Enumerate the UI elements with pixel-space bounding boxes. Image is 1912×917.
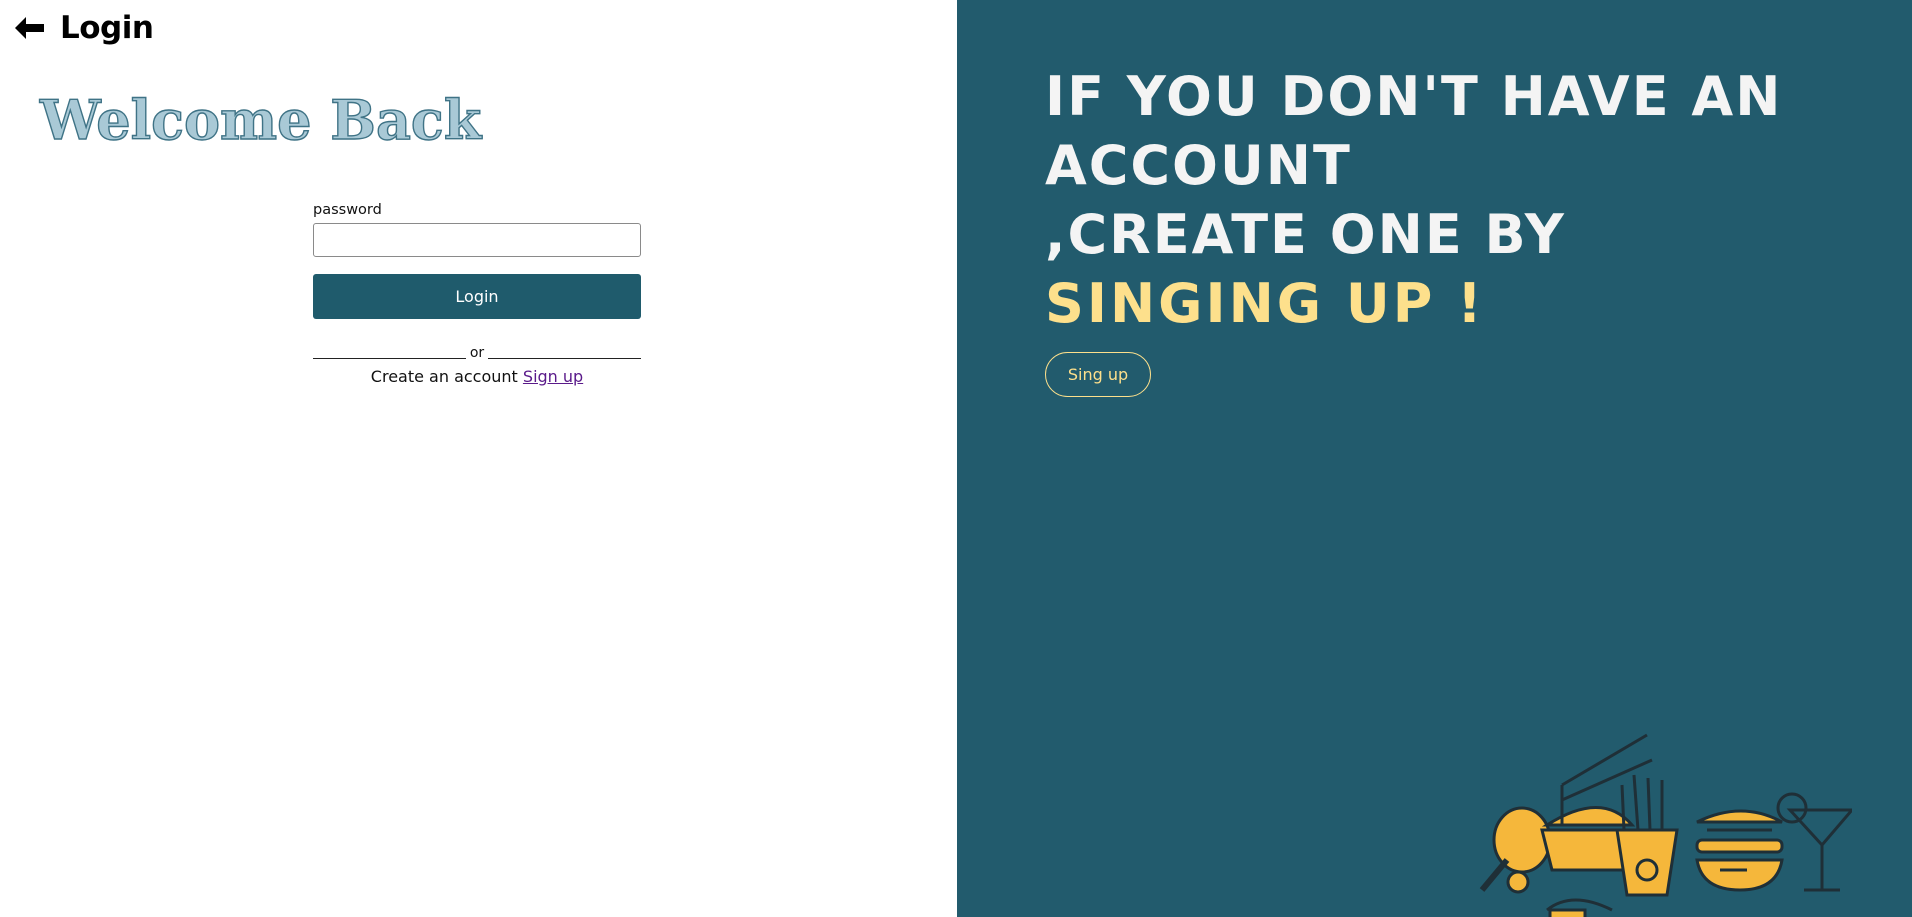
password-input[interactable]: [313, 223, 641, 257]
divider-text: or: [469, 345, 485, 361]
or-divider: or: [313, 345, 642, 361]
promo-line-1: IF YOU DON'T HAVE AN: [1045, 65, 1783, 128]
divider-line-right: [488, 348, 642, 359]
promo-panel: IF YOU DON'T HAVE AN ACCOUNT ,CREATE ONE…: [957, 0, 1912, 917]
page-title: Login: [60, 10, 154, 46]
divider-line-left: [313, 348, 466, 359]
top-bar: Login: [12, 10, 154, 46]
food-illustration-icon: [1479, 733, 1852, 917]
create-account-text: Create an account: [370, 367, 518, 386]
arrow-left-icon[interactable]: [12, 14, 46, 42]
login-button[interactable]: Login: [313, 274, 641, 319]
password-label: password: [313, 202, 382, 218]
welcome-heading: Welcome Back: [39, 87, 482, 152]
create-account-row: Create an account Sign up: [313, 367, 641, 386]
promo-line-2: ACCOUNT: [1045, 134, 1352, 197]
login-panel: Login Welcome Back password Login or Cre…: [0, 0, 957, 917]
promo-line-4: SINGING UP !: [1045, 272, 1485, 335]
signup-button[interactable]: Sing up: [1045, 352, 1151, 397]
login-form: password Login or Create an account Sign…: [313, 202, 642, 386]
promo-headline: IF YOU DON'T HAVE AN ACCOUNT ,CREATE ONE…: [1045, 62, 1782, 338]
promo-line-3: ,CREATE ONE BY: [1045, 203, 1566, 266]
signup-link[interactable]: Sign up: [523, 367, 583, 386]
